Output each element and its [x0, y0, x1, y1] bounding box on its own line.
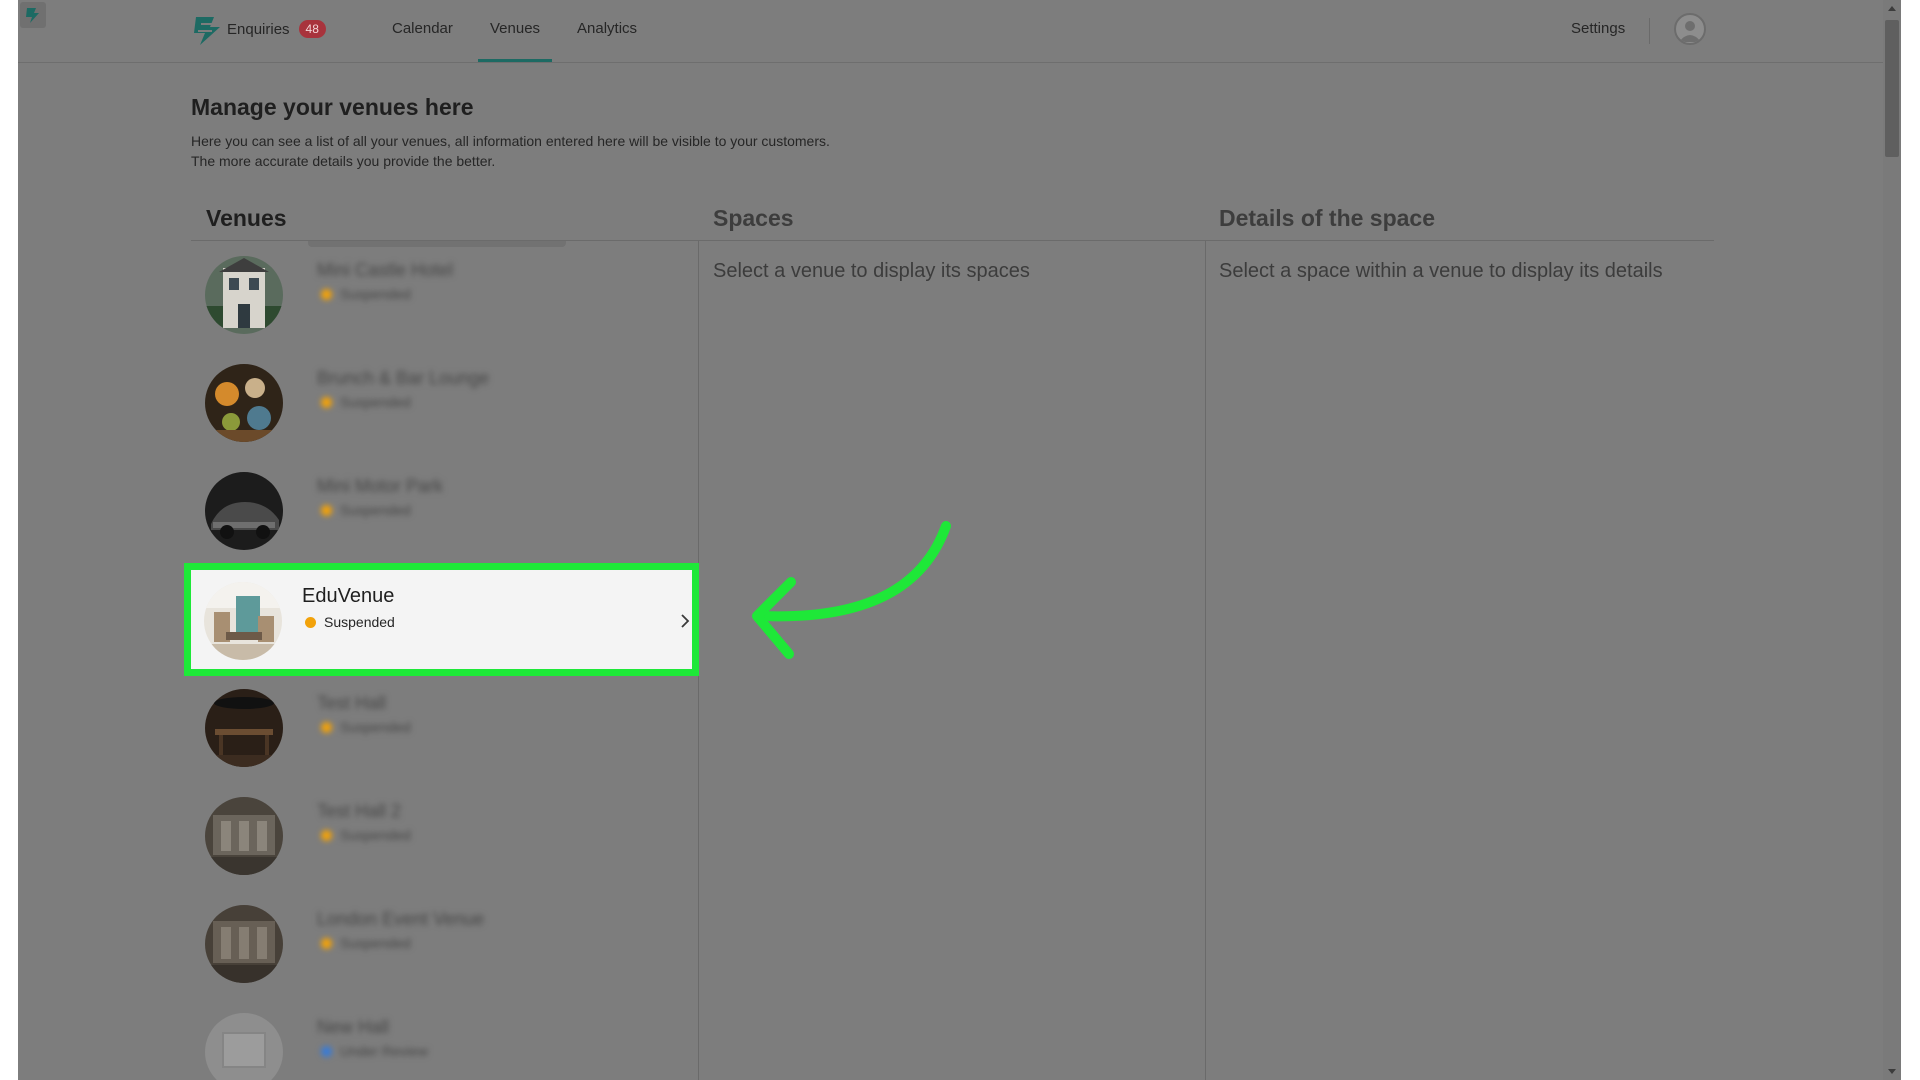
- status-dot-icon: [321, 722, 332, 733]
- intro-text-line-2: The more accurate details you provide th…: [191, 153, 496, 169]
- spaces-empty-message: Select a venue to display its spaces: [713, 260, 1030, 282]
- venue-status: Suspended: [305, 614, 395, 630]
- nav-venues-label: Venues: [490, 20, 541, 37]
- venue-thumbnail: [205, 689, 283, 767]
- venue-status: Suspended: [321, 502, 411, 518]
- venue-status: Suspended: [321, 935, 411, 951]
- venue-list-item[interactable]: Mini Castle Hotel Suspended: [191, 241, 696, 349]
- nav-calendar-label: Calendar: [392, 20, 453, 37]
- annotation-arrow-icon: [752, 521, 951, 659]
- nav-enquiries-label: Enquiries: [227, 21, 290, 38]
- venue-list-item[interactable]: London Event Venue Suspended: [191, 890, 696, 998]
- brand-logo-icon[interactable]: [190, 14, 224, 48]
- venue-list-item[interactable]: New Hall Under Review: [191, 998, 696, 1080]
- venue-thumbnail: [205, 364, 283, 442]
- top-navigation-bar: Enquiries 48 Calendar Venues Analytics Se…: [18, 0, 1883, 63]
- settings-label: Settings: [1571, 20, 1626, 37]
- details-column-heading: Details of the space: [1219, 205, 1436, 231]
- venue-name: Brunch & Bar Lounge: [317, 368, 490, 388]
- venues-column-heading: Venues: [206, 205, 287, 231]
- venue-name: Mini Motor Park: [317, 476, 444, 496]
- venue-status: Suspended: [321, 827, 411, 843]
- nav-venues[interactable]: Venues: [478, 20, 553, 62]
- page-title: Manage your venues here: [191, 94, 474, 120]
- scroll-down-icon[interactable]: [1887, 1066, 1897, 1076]
- status-dot-icon: [305, 617, 316, 628]
- venue-thumbnail: [205, 797, 283, 875]
- status-dot-icon: [321, 289, 332, 300]
- venue-list-item[interactable]: Test Hall Suspended: [191, 674, 696, 782]
- nav-analytics-label: Analytics: [577, 20, 638, 37]
- venue-thumbnail: [205, 256, 283, 334]
- venue-status: Suspended: [321, 719, 411, 735]
- venue-name: Test Hall: [317, 693, 387, 713]
- nav-enquiries[interactable]: Enquiries 48: [227, 20, 326, 62]
- page-scrollbar[interactable]: [1883, 0, 1901, 1080]
- status-dot-icon: [321, 397, 332, 408]
- venue-status-label: Under Review: [340, 1043, 428, 1059]
- chevron-right-icon: [681, 614, 690, 628]
- corner-logo-icon[interactable]: [20, 2, 46, 28]
- settings-link[interactable]: Settings: [1571, 20, 1625, 62]
- venue-list-item[interactable]: Test Hall 2 Suspended: [191, 782, 696, 890]
- venue-name: EduVenue: [302, 585, 395, 607]
- venue-name: London Event Venue: [317, 909, 485, 929]
- venue-list-item[interactable]: Brunch & Bar Lounge Suspended: [191, 349, 696, 457]
- status-dot-icon: [321, 1046, 332, 1057]
- venue-status-label: Suspended: [340, 394, 411, 410]
- scrollbar-thumb[interactable]: [1885, 20, 1899, 157]
- column-divider-spaces-details: [1205, 241, 1206, 1080]
- user-avatar-icon[interactable]: [1674, 13, 1706, 45]
- venue-name: New Hall: [317, 1017, 390, 1037]
- enquiries-count-badge: 48: [298, 20, 326, 38]
- status-dot-icon: [321, 830, 332, 841]
- venue-status: Suspended: [321, 394, 411, 410]
- details-empty-message: Select a space within a venue to display…: [1219, 260, 1663, 282]
- intro-text-line-1: Here you can see a list of all your venu…: [191, 133, 830, 149]
- spaces-column-heading: Spaces: [713, 205, 794, 231]
- venue-status-label: Suspended: [324, 614, 395, 630]
- status-dot-icon: [321, 505, 332, 516]
- nav-analytics[interactable]: Analytics: [577, 20, 637, 62]
- venue-status-label: Suspended: [340, 827, 411, 843]
- venue-thumbnail: [205, 905, 283, 983]
- venue-status-label: Suspended: [340, 719, 411, 735]
- app-viewport: Enquiries 48 Calendar Venues Analytics Se…: [18, 0, 1901, 1080]
- status-dot-icon: [321, 938, 332, 949]
- nav-calendar[interactable]: Calendar: [392, 20, 453, 62]
- venue-thumbnail: [204, 582, 282, 660]
- venue-status-label: Suspended: [340, 286, 411, 302]
- venue-list-item-selected[interactable]: EduVenue Suspended: [184, 563, 699, 676]
- nav-divider: [1649, 18, 1650, 44]
- venue-thumbnail: [205, 472, 283, 550]
- venue-status: Under Review: [321, 1043, 428, 1059]
- venue-name: Test Hall 2: [317, 801, 402, 821]
- venue-status-label: Suspended: [340, 935, 411, 951]
- venue-thumbnail: [205, 1013, 283, 1080]
- venue-status: Suspended: [321, 286, 411, 302]
- venue-name: Mini Castle Hotel: [317, 260, 454, 280]
- venue-status-label: Suspended: [340, 502, 411, 518]
- scroll-up-icon[interactable]: [1887, 4, 1897, 14]
- venue-list-item[interactable]: Mini Motor Park Suspended: [191, 457, 696, 565]
